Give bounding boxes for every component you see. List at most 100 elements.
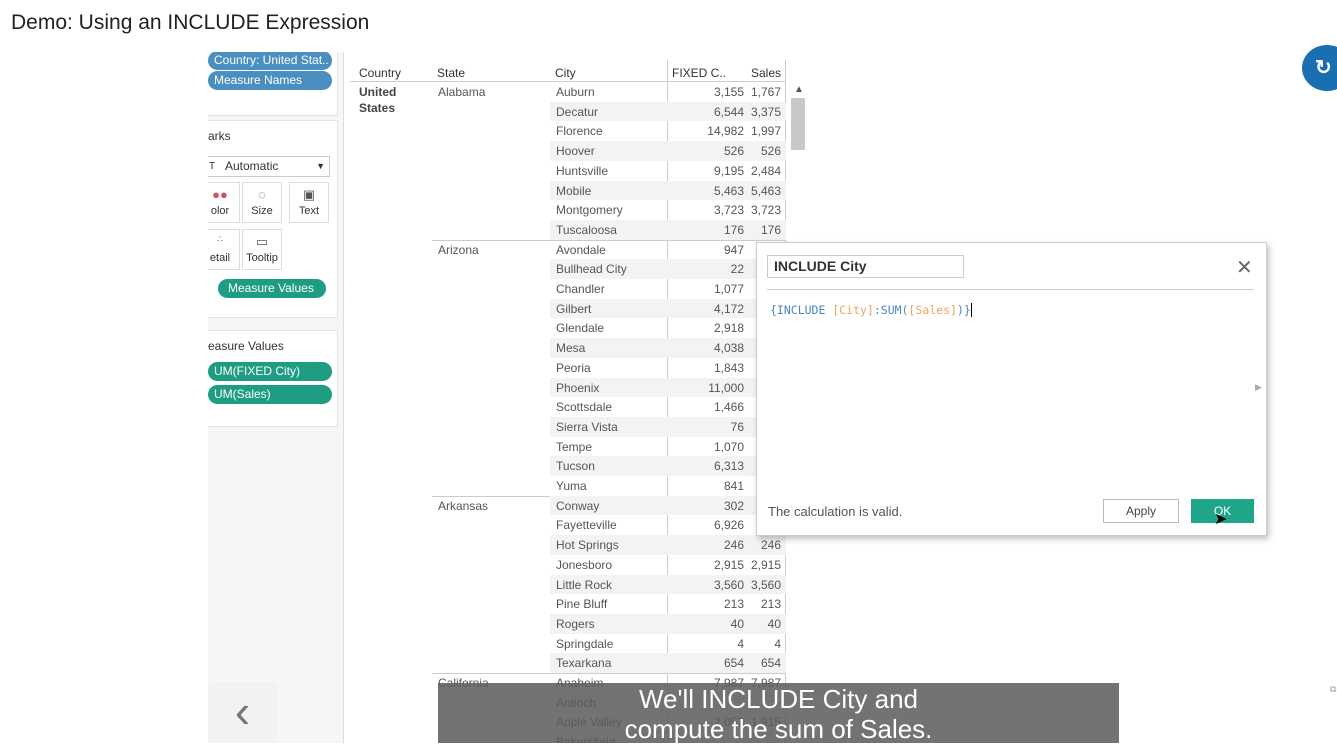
table-row[interactable]: Gilbert 4,172 [550,298,786,319]
header-state: State [437,66,466,80]
table-row[interactable]: Florence 14,982 1,997 [550,121,786,141]
detail-icon: ∴ [217,234,223,244]
mark-type-value: Automatic [225,159,279,173]
fixed-city-cell: 3,723 [713,203,744,218]
city-cell: Tucson [556,459,595,474]
city-cell: Montgomery [556,203,623,218]
state-label: Arkansas [438,498,489,513]
table-row[interactable]: Little Rock 3,560 3,560 [550,574,786,595]
fixed-city-cell: 2,918 [713,321,744,336]
city-cell: Gilbert [556,301,592,316]
marks-label: arks [208,129,231,143]
table-row[interactable]: Phoenix 11,000 [550,377,786,398]
measure-names-pill[interactable]: Measure Names [208,71,332,90]
sales-cell: 526 [760,144,781,159]
fixed-city-cell: 213 [723,597,744,612]
fixed-city-cell: 6,926 [713,518,744,533]
fixed-city-cell: 1,077 [713,282,744,296]
table-row[interactable]: Bullhead City 22 [550,259,786,279]
table-row[interactable]: Scottsdale 1,466 [550,397,786,417]
replay-icon: ↻ [1315,57,1332,79]
table-row[interactable]: Mobile 5,463 5,463 [550,180,786,201]
scroll-thumb[interactable] [791,98,805,150]
country-filter-pill[interactable]: Country: United Stat.. [208,52,332,70]
previous-slide-button[interactable]: ‹ [208,682,277,743]
apply-button[interactable]: Apply [1103,499,1179,523]
fixed-city-cell: 2,915 [713,557,744,572]
table-row[interactable]: Hoover 526 526 [550,141,786,161]
table-row[interactable]: Hot Springs 246 246 [550,535,786,555]
table-row[interactable]: Fayetteville 6,926 [550,515,786,535]
video-caption: We'll INCLUDE City and compute the sum o… [438,683,1119,744]
city-cell: Florence [556,124,603,139]
fixed-city-cell: 246 [723,538,744,553]
close-icon[interactable]: ✕ [1236,255,1253,280]
fixed-city-cell: 5,463 [713,183,744,198]
table-row[interactable]: Conway 302 [550,495,786,516]
replay-button[interactable]: ↻ [1302,45,1337,91]
city-cell: Chandler [556,282,605,296]
city-cell: Yuma [556,479,587,493]
chevron-down-icon: ▼ [316,161,325,171]
table-row[interactable]: Huntsville 9,195 2,484 [550,161,786,181]
fixed-city-cell: 6,313 [713,459,744,474]
table-row[interactable]: Montgomery 3,723 3,723 [550,200,786,220]
text-label: Text [298,205,320,217]
city-cell: Avondale [556,242,606,257]
table-row[interactable]: Tempe 1,070 [550,437,786,457]
sales-cell: 2,915 [750,557,781,572]
text-button[interactable]: ▣ Text [289,182,329,223]
city-cell: Little Rock [556,577,613,592]
video-title: Demo: Using an INCLUDE Expression [11,11,370,34]
expand-icon[interactable]: ⧉ [1330,684,1336,695]
tooltip-button[interactable]: ▭ Tooltip [242,229,282,270]
sum-fixed-city-pill[interactable]: UM(FIXED City) [208,362,332,381]
detail-label: etail [209,252,231,264]
color-icon: ●● [212,187,228,202]
divider [767,289,1254,290]
size-button[interactable]: ◌ Size [242,182,282,223]
fixed-city-cell: 76 [730,419,744,434]
sales-cell: 1,767 [750,85,781,99]
fixed-city-cell: 3,560 [713,577,744,592]
table-row[interactable]: Mesa 4,038 [550,338,786,358]
fixed-city-cell: 9,195 [713,163,744,178]
table-row[interactable]: Glendale 2,918 [550,318,786,338]
table-row[interactable]: Tucson 6,313 [550,456,786,476]
table-row[interactable]: Tuscaloosa 176 176 [550,219,786,240]
table-row[interactable]: Jonesboro 2,915 2,915 [550,555,786,575]
table-row[interactable]: Sierra Vista 76 [550,416,786,437]
table-row[interactable]: Chandler 1,077 [550,279,786,299]
measure-values-text-pill[interactable]: Measure Values [218,279,326,298]
color-button[interactable]: ●● olor [208,182,240,223]
fixed-city-cell: 14,982 [707,124,744,139]
sales-cell: 654 [760,656,781,671]
table-row[interactable]: Decatur 6,544 3,375 [550,101,786,122]
expand-arrow-icon[interactable]: ▶ [1255,382,1262,393]
city-cell: Huntsville [556,163,609,178]
table-row[interactable]: Avondale 947 [550,240,786,260]
table-row[interactable]: Texarkana 654 654 [550,653,786,673]
color-label: olor [210,205,230,217]
table-row[interactable]: Pine Bluff 213 213 [550,594,786,614]
text-icon: ▣ [302,187,316,202]
calculation-editor-dialog: INCLUDE City ✕ {INCLUDE [City]:SUM([Sale… [756,242,1267,536]
table-row[interactable]: Springdale 4 4 [550,634,786,654]
scroll-up-icon[interactable]: ▲ [794,84,804,95]
city-cell: Scottsdale [556,400,613,415]
size-icon: ◌ [258,187,266,202]
mark-type-dropdown[interactable]: Automatic ▼ T [208,156,330,177]
calculation-name-input[interactable]: INCLUDE City [767,255,964,278]
marks-card: arks Automatic ▼ T ●● olor ◌ Size ▣ Text ∴ eta… [208,120,338,318]
fixed-city-cell: 841 [723,479,744,493]
detail-button[interactable]: ∴ etail [208,229,240,270]
table-row[interactable]: Rogers 40 40 [550,613,786,634]
table-row[interactable]: Auburn 3,155 1,767 [550,82,786,102]
table-row[interactable]: Peoria 1,843 [550,358,786,378]
header-city: City [555,66,576,80]
sum-sales-pill[interactable]: UM(Sales) [208,385,332,404]
table-row[interactable]: Yuma 841 [550,476,786,496]
city-cell: Sierra Vista [556,419,618,434]
measure-values-label: easure Values [208,339,284,353]
formula-editor[interactable]: {INCLUDE [City]:SUM([Sales])} [770,303,972,317]
